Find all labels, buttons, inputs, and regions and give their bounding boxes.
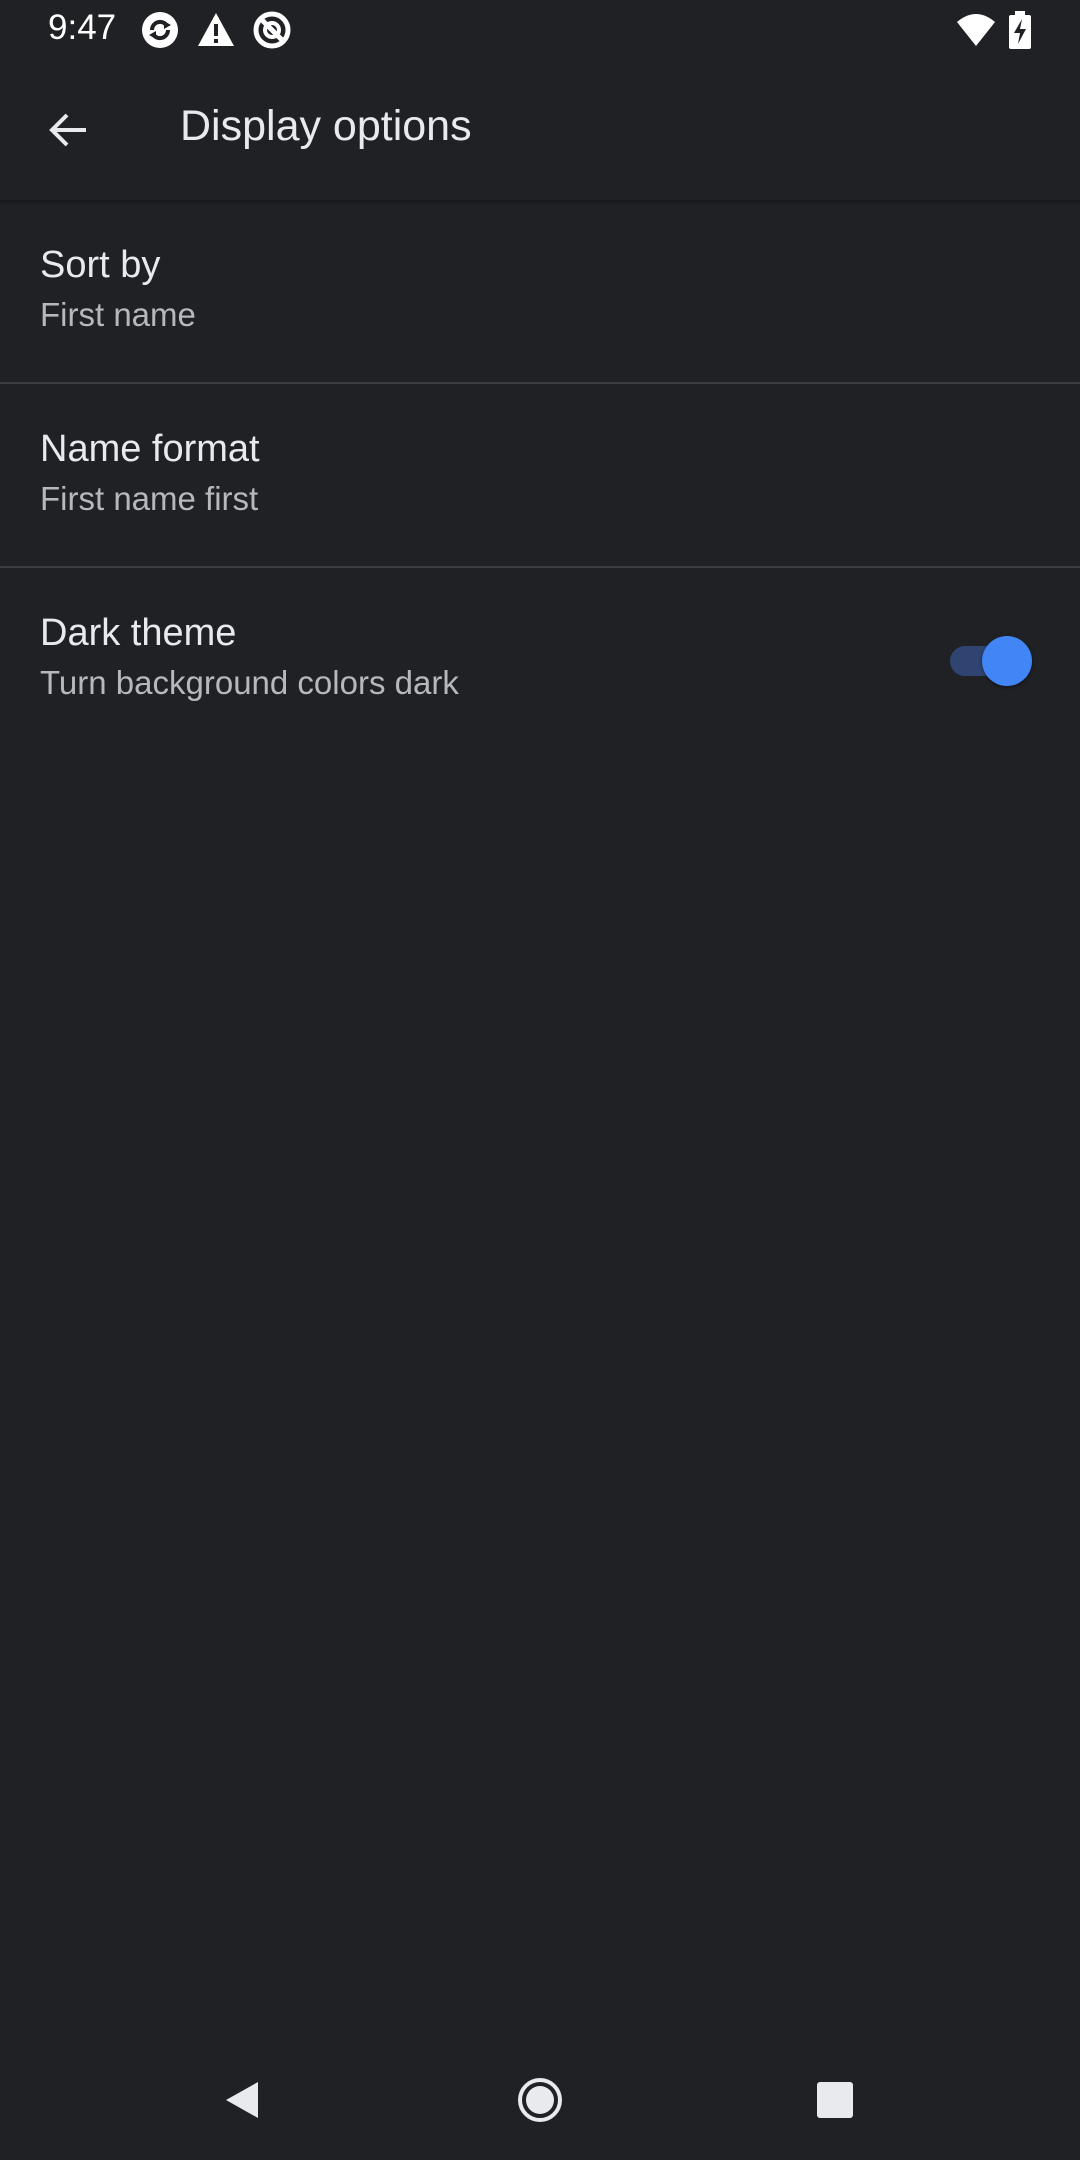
- toggle-thumb: [982, 636, 1032, 686]
- setting-title: Sort by: [40, 244, 161, 286]
- app-bar: Display options: [0, 60, 1080, 200]
- battery-charging-icon: [1004, 10, 1036, 50]
- setting-title: Dark theme: [40, 612, 237, 654]
- sync-icon: [140, 10, 180, 50]
- setting-summary: Turn background colors dark: [40, 664, 459, 701]
- nav-recents-button[interactable]: [795, 2060, 875, 2140]
- setting-sort-by[interactable]: Sort by First name: [0, 200, 1080, 382]
- warning-icon: [196, 10, 236, 50]
- setting-title: Name format: [40, 428, 260, 470]
- navigation-bar: [0, 2040, 1080, 2160]
- no-disturb-icon: [252, 10, 292, 50]
- nav-home-icon: [518, 2078, 562, 2122]
- setting-dark-theme[interactable]: Dark theme Turn background colors dark: [0, 568, 1080, 750]
- nav-home-button[interactable]: [500, 2060, 580, 2140]
- setting-summary: First name first: [40, 480, 259, 517]
- screen: 9:47 Display options Sort by First name …: [0, 0, 1080, 2160]
- nav-recents-icon: [817, 2082, 853, 2118]
- settings-list: Sort by First name Name format First nam…: [0, 200, 1080, 750]
- setting-summary: First name: [40, 296, 196, 333]
- wifi-icon: [956, 10, 996, 50]
- status-time: 9:47: [48, 8, 117, 47]
- nav-back-button[interactable]: [202, 2060, 282, 2140]
- arrow-back-icon: [49, 113, 86, 147]
- page-title: Display options: [180, 102, 472, 150]
- status-bar: 9:47: [0, 0, 1080, 60]
- back-button[interactable]: [26, 88, 110, 172]
- dark-theme-toggle[interactable]: [946, 632, 1034, 688]
- setting-name-format[interactable]: Name format First name first: [0, 384, 1080, 566]
- nav-back-icon: [226, 2082, 258, 2118]
